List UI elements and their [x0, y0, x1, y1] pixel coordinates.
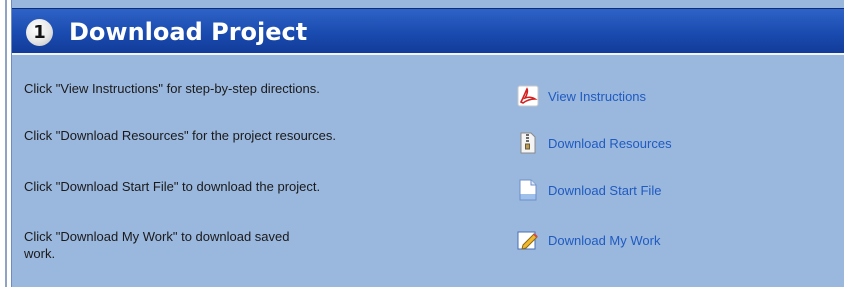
view-instructions-label: View Instructions — [548, 88, 647, 104]
download-start-file-description: Click "Download Start File" to download … — [24, 179, 321, 194]
edit-pencil-icon — [517, 229, 539, 251]
download-project-page: 1 Download Project Click "View Instructi… — [0, 0, 844, 287]
download-resources-description: Click "Download Resources" for the proje… — [24, 128, 336, 143]
panel-title: Download Project — [69, 18, 308, 46]
step-number-badge: 1 — [26, 19, 53, 46]
document-icon — [517, 179, 539, 201]
left-divider — [5, 0, 7, 287]
download-my-work-link[interactable]: Download My Work — [517, 228, 660, 252]
pdf-icon — [517, 85, 539, 107]
download-my-work-description: Click "Download My Work" to download sav… — [24, 229, 290, 261]
panel-header: 1 Download Project — [12, 8, 844, 55]
download-project-panel: 1 Download Project Click "View Instructi… — [11, 0, 844, 287]
download-start-file-link[interactable]: Download Start File — [517, 178, 661, 202]
download-start-file-label: Download Start File — [548, 182, 662, 198]
view-instructions-link[interactable]: View Instructions — [517, 84, 646, 108]
view-instructions-description: Click "View Instructions" for step-by-st… — [24, 81, 320, 96]
zip-archive-icon — [517, 132, 539, 154]
download-resources-label: Download Resources — [548, 135, 672, 151]
download-resources-link[interactable]: Download Resources — [517, 131, 672, 155]
download-my-work-label: Download My Work — [548, 232, 661, 248]
